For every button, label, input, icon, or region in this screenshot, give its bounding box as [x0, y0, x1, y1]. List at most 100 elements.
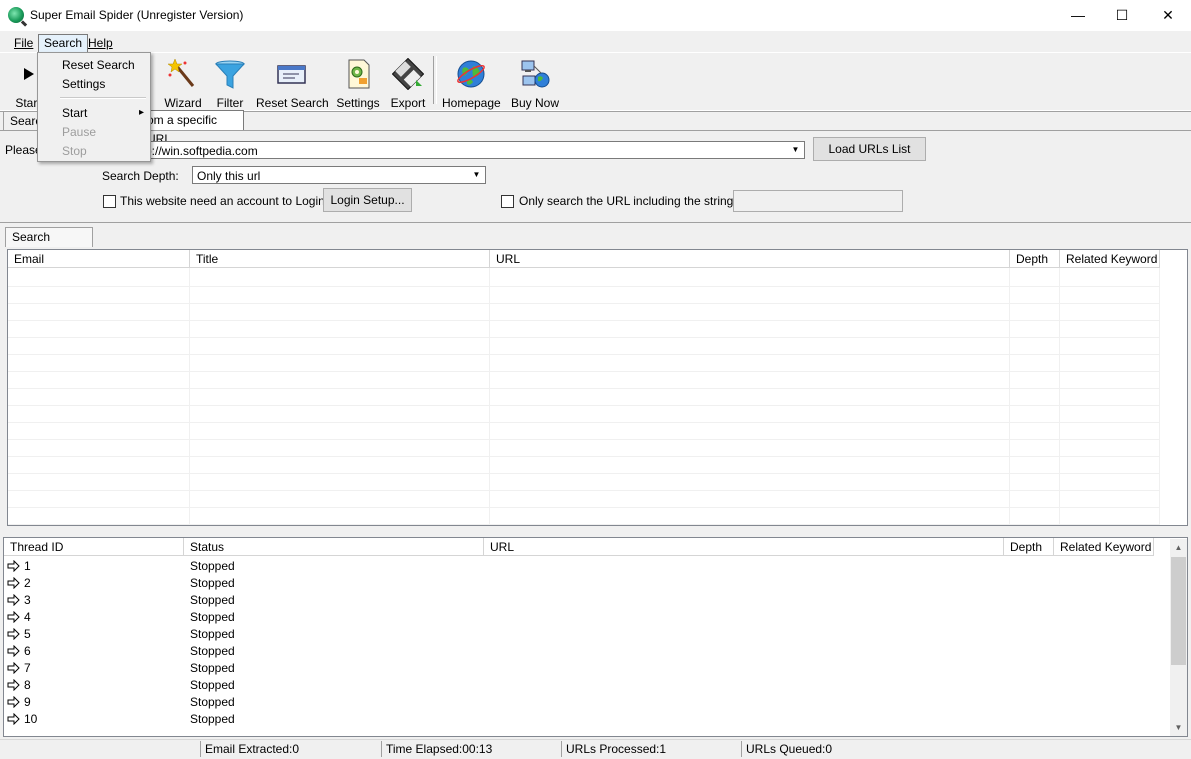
url-value: p://win.softpedia.com	[145, 144, 258, 158]
menu-item-stop: Stop	[62, 144, 87, 158]
table-row[interactable]: 8 Stopped	[4, 677, 1169, 694]
tab-search-result[interactable]: Search Result	[5, 227, 93, 263]
grid-row-line	[8, 524, 1160, 525]
buy-now-button[interactable]: Buy Now	[510, 56, 560, 110]
menu-item-start[interactable]: Start	[62, 104, 87, 122]
only-search-string-input[interactable]	[733, 190, 903, 212]
app-icon	[8, 7, 24, 23]
close-button[interactable]: ✕	[1145, 0, 1191, 31]
thread-status-cell: Stopped	[190, 695, 235, 709]
scroll-up-arrow-icon[interactable]: ▲	[1170, 539, 1187, 556]
column-header-email[interactable]: Email	[8, 250, 190, 268]
login-checkbox[interactable]	[103, 195, 116, 208]
funnel-icon	[214, 58, 246, 90]
toolbar-separator	[433, 56, 437, 104]
column-header-depth[interactable]: Depth	[1010, 250, 1060, 268]
column-header-thread-id[interactable]: Thread ID	[4, 538, 184, 556]
maximize-button[interactable]: ☐	[1099, 0, 1145, 31]
reset-search-label: Reset Search	[256, 96, 329, 110]
arrow-right-icon	[7, 628, 20, 640]
arrow-right-icon	[7, 645, 20, 657]
arrow-right-icon	[7, 611, 20, 623]
scroll-down-arrow-icon[interactable]: ▼	[1170, 719, 1187, 736]
threads-vertical-scrollbar[interactable]: ▲ ▼	[1170, 539, 1187, 736]
column-header-thread-depth[interactable]: Depth	[1004, 538, 1054, 556]
column-header-status[interactable]: Status	[184, 538, 484, 556]
thread-status-cell: Stopped	[190, 678, 235, 692]
settings-button[interactable]: Settings	[336, 56, 380, 110]
menu-bar	[0, 32, 1191, 52]
arrow-right-icon	[7, 594, 20, 606]
reset-window-icon	[275, 58, 307, 90]
status-time-elapsed: Time Elapsed:00:13	[381, 741, 562, 757]
column-header-thread-url[interactable]: URL	[484, 538, 1004, 556]
results-grid[interactable]: Email Title URL Depth Related Keyword	[7, 249, 1188, 526]
arrow-right-icon	[7, 679, 20, 691]
status-urls-queued: URLs Queued:0	[741, 741, 922, 757]
table-row[interactable]: 10 Stopped	[4, 711, 1169, 728]
tab-content-border	[0, 130, 1191, 131]
table-row[interactable]: 9 Stopped	[4, 694, 1169, 711]
table-row[interactable]: 6 Stopped	[4, 643, 1169, 660]
grid-column-line	[489, 268, 490, 525]
column-header-url[interactable]: URL	[490, 250, 1010, 268]
grid-row-line	[8, 456, 1160, 457]
table-row[interactable]: 3 Stopped	[4, 592, 1169, 609]
thread-id-cell: 7	[24, 661, 31, 675]
thread-status-cell: Stopped	[190, 559, 235, 573]
minimize-button[interactable]: —	[1055, 0, 1101, 31]
thread-id-cell: 2	[24, 576, 31, 590]
grid-column-line	[1059, 268, 1060, 525]
search-depth-label: Search Depth:	[102, 169, 179, 183]
menu-search-label: Search	[44, 36, 83, 50]
filter-button[interactable]: Filter	[210, 56, 250, 110]
wizard-button[interactable]: Wizard	[162, 56, 204, 110]
reset-search-button[interactable]: Reset Search	[256, 56, 329, 110]
export-button[interactable]: Export	[388, 56, 428, 110]
grid-row-line	[8, 422, 1160, 423]
homepage-button[interactable]: Homepage	[442, 56, 501, 110]
settings-label: Settings	[336, 96, 380, 110]
column-header-related-keyword[interactable]: Related Keyword	[1060, 250, 1160, 268]
search-depth-select[interactable]: Only this url ▼	[192, 166, 486, 184]
floppy-disk-icon	[391, 57, 425, 91]
grid-row-line	[8, 507, 1160, 508]
thread-id-cell: 8	[24, 678, 31, 692]
buy-now-label: Buy Now	[510, 96, 560, 110]
only-search-checkbox[interactable]	[501, 195, 514, 208]
arrow-right-icon	[7, 577, 20, 589]
export-label: Export	[390, 96, 426, 110]
splitter[interactable]	[0, 529, 1191, 535]
login-setup-button[interactable]: Login Setup...	[323, 188, 412, 212]
menu-help-label: Help	[88, 36, 113, 50]
thread-id-cell: 9	[24, 695, 31, 709]
url-combobox[interactable]: p://win.softpedia.com ▼	[140, 141, 805, 159]
tab-search-specific-url[interactable]: om a specific URL	[140, 110, 244, 146]
menu-help[interactable]: Help	[83, 34, 118, 52]
magic-wand-icon	[167, 58, 199, 90]
grid-row-line	[8, 388, 1160, 389]
threads-grid[interactable]: Thread ID Status URL Depth Related Keywo…	[3, 537, 1188, 737]
table-row[interactable]: 5 Stopped	[4, 626, 1169, 643]
chevron-down-icon[interactable]: ▼	[469, 168, 484, 182]
menu-search[interactable]: Search	[38, 34, 89, 54]
arrow-right-icon	[7, 713, 20, 725]
thread-id-cell: 5	[24, 627, 31, 641]
table-row[interactable]: 7 Stopped	[4, 660, 1169, 677]
column-header-thread-related-keyword[interactable]: Related Keyword	[1054, 538, 1154, 556]
status-urls-processed: URLs Processed:1	[561, 741, 742, 757]
table-row[interactable]: 1 Stopped	[4, 558, 1169, 575]
scrollbar-thumb[interactable]	[1171, 557, 1186, 665]
load-urls-list-button[interactable]: Load URLs List	[813, 137, 926, 161]
grid-column-line	[1009, 268, 1010, 525]
menu-separator	[60, 97, 146, 99]
table-row[interactable]: 2 Stopped	[4, 575, 1169, 592]
chevron-down-icon[interactable]: ▼	[788, 143, 803, 157]
column-header-title[interactable]: Title	[190, 250, 490, 268]
grid-row-line	[8, 303, 1160, 304]
menu-item-settings[interactable]: Settings	[62, 75, 105, 93]
menu-item-reset-search[interactable]: Reset Search	[62, 56, 135, 74]
menu-file[interactable]: File	[9, 34, 38, 52]
grid-row-line	[8, 371, 1160, 372]
table-row[interactable]: 4 Stopped	[4, 609, 1169, 626]
